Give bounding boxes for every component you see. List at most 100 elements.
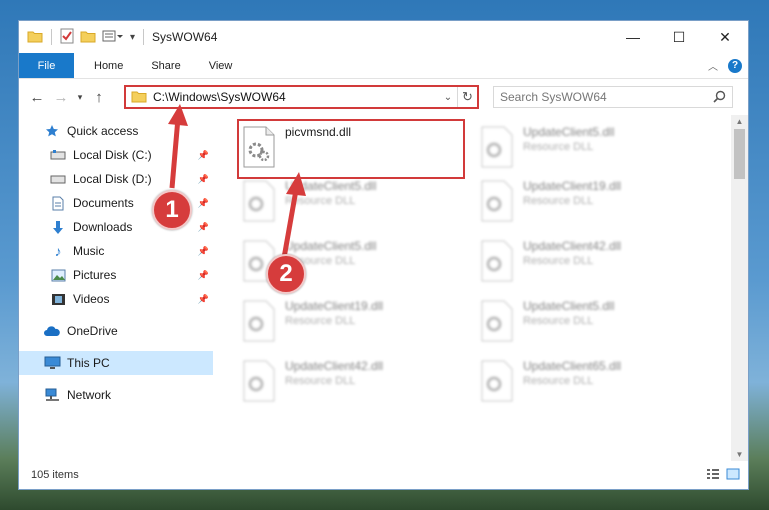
up-arrow-icon[interactable]: ↑ [87, 89, 111, 106]
details-view-icon[interactable] [706, 468, 720, 483]
nav-item-network[interactable]: Network [19, 383, 213, 407]
tab-file[interactable]: File [19, 53, 74, 78]
file-item[interactable]: UpdateClient65.dll Resource DLL [475, 355, 701, 411]
refresh-icon[interactable]: ↻ [457, 87, 477, 107]
file-name: UpdateClient5.dll [523, 125, 615, 139]
file-name: UpdateClient19.dll [285, 299, 384, 313]
file-name: UpdateClient5.dll [285, 179, 377, 193]
file-name: UpdateClient42.dll [285, 359, 384, 373]
help-icon[interactable]: ? [728, 58, 742, 73]
search-placeholder: Search SysWOW64 [500, 90, 607, 104]
file-type: Resource DLL [523, 375, 594, 387]
nav-item-label: OneDrive [67, 324, 118, 338]
expand-ribbon-icon[interactable]: ︿ [708, 58, 718, 73]
address-row: ← → ▾ ↑ C:\Windows\SysWOW64 ⌄ ↻ Search S… [19, 79, 748, 115]
nav-item-label: Music [73, 244, 105, 258]
file-name: UpdateClient42.dll [523, 239, 622, 253]
window-title: SysWOW64 [152, 30, 218, 44]
ribbon-right-controls: ︿ ? [708, 58, 742, 73]
scrollbar-thumb[interactable] [734, 129, 745, 179]
dll-file-icon [479, 359, 515, 403]
tiles-view-icon[interactable] [726, 468, 740, 483]
pin-icon: 📌 [197, 245, 209, 256]
address-path[interactable]: C:\Windows\SysWOW64 [153, 90, 439, 104]
drive-icon [49, 171, 67, 187]
customize-toolbar-icon[interactable] [102, 29, 124, 46]
nav-item-pictures[interactable]: Pictures 📌 [19, 263, 213, 287]
file-type: Resource DLL [285, 315, 356, 327]
dll-file-icon [479, 299, 515, 343]
nav-item-local-disk-d[interactable]: Local Disk (D:) 📌 [19, 167, 213, 191]
nav-item-local-disk-c[interactable]: Local Disk (C:) 📌 [19, 143, 213, 167]
nav-item-music[interactable]: ♪ Music 📌 [19, 239, 213, 263]
file-name: UpdateClient65.dll [523, 359, 622, 373]
file-item[interactable]: UpdateClient5.dll Resource DLL [475, 121, 701, 177]
step-badge-2: 2 [266, 254, 306, 294]
file-type: Resource DLL [523, 315, 594, 327]
chevron-down-icon[interactable]: ⌄ [439, 92, 457, 103]
step-badge-1: 1 [152, 190, 192, 230]
downloads-icon [49, 219, 67, 235]
pin-icon: 📌 [197, 173, 209, 184]
nav-item-label: This PC [67, 356, 110, 370]
nav-item-onedrive[interactable]: OneDrive [19, 319, 213, 343]
file-item[interactable]: UpdateClient19.dll Resource DLL [475, 175, 701, 231]
ribbon-tabs: File Home Share View ︿ ? [19, 53, 748, 79]
star-icon [43, 123, 61, 139]
dll-file-icon [479, 125, 515, 169]
nav-item-label: Documents [73, 196, 134, 210]
videos-icon [49, 291, 67, 307]
nav-item-this-pc[interactable]: This PC [19, 351, 213, 375]
pin-icon: 📌 [197, 269, 209, 280]
file-type: Resource DLL [285, 195, 356, 207]
recent-locations-icon[interactable]: ▾ [73, 92, 87, 103]
scroll-up-icon[interactable]: ▲ [731, 117, 748, 126]
nav-item-label: Local Disk (C:) [73, 148, 152, 162]
properties-icon[interactable] [60, 28, 74, 47]
vertical-scrollbar[interactable]: ▲ ▼ [731, 115, 748, 461]
forward-arrow-icon[interactable]: → [49, 89, 73, 106]
item-count: 105 items [31, 469, 79, 481]
title-bar: ▾ SysWOW64 — ☐ ✕ [19, 21, 748, 53]
view-toggle [706, 468, 740, 483]
minimize-button[interactable]: — [610, 21, 656, 53]
scroll-down-icon[interactable]: ▼ [731, 450, 748, 459]
address-bar[interactable]: C:\Windows\SysWOW64 ⌄ ↻ [124, 85, 479, 109]
dll-file-icon [479, 239, 515, 283]
tab-view[interactable]: View [195, 53, 247, 78]
search-input[interactable]: Search SysWOW64 [493, 86, 733, 108]
dll-file-icon [241, 179, 277, 223]
navigation-pane: Quick access Local Disk (C:) 📌 Local Dis… [19, 115, 213, 461]
folder-icon [27, 29, 43, 46]
file-type: Resource DLL [523, 195, 594, 207]
quick-access-toolbar: ▾ [19, 28, 146, 47]
nav-item-videos[interactable]: Videos 📌 [19, 287, 213, 311]
status-bar: 105 items [19, 461, 748, 489]
file-item[interactable]: UpdateClient5.dll Resource DLL [475, 295, 701, 351]
chevron-down-icon[interactable]: ▾ [130, 32, 135, 43]
music-icon: ♪ [54, 243, 62, 259]
file-item[interactable]: UpdateClient42.dll Resource DLL [237, 355, 463, 411]
back-arrow-icon[interactable]: ← [25, 89, 49, 106]
file-name: UpdateClient5.dll [523, 299, 615, 313]
dll-file-icon [241, 359, 277, 403]
nav-item-label: Pictures [73, 268, 117, 282]
new-folder-icon[interactable] [80, 29, 96, 46]
file-type: Resource DLL [523, 255, 594, 267]
nav-item-label: Quick access [67, 124, 139, 138]
tab-share[interactable]: Share [137, 53, 194, 78]
tab-home[interactable]: Home [80, 53, 137, 78]
file-item[interactable]: UpdateClient19.dll Resource DLL [237, 295, 463, 351]
nav-item-label: Network [67, 388, 112, 402]
close-button[interactable]: ✕ [702, 21, 748, 53]
file-type: Resource DLL [523, 141, 594, 153]
onedrive-icon [43, 323, 61, 339]
file-item[interactable]: UpdateClient42.dll Resource DLL [475, 235, 701, 291]
nav-item-quick-access[interactable]: Quick access [19, 119, 213, 143]
file-name: UpdateClient5.dll [285, 239, 377, 253]
file-list: picvmsnd.dll UpdateClient5.dll Resource D… [229, 115, 729, 461]
toolbar-divider [51, 29, 52, 45]
drive-icon [49, 147, 67, 163]
maximize-button[interactable]: ☐ [656, 21, 702, 53]
file-item[interactable]: UpdateClient5.dll Resource DLL [237, 175, 463, 231]
